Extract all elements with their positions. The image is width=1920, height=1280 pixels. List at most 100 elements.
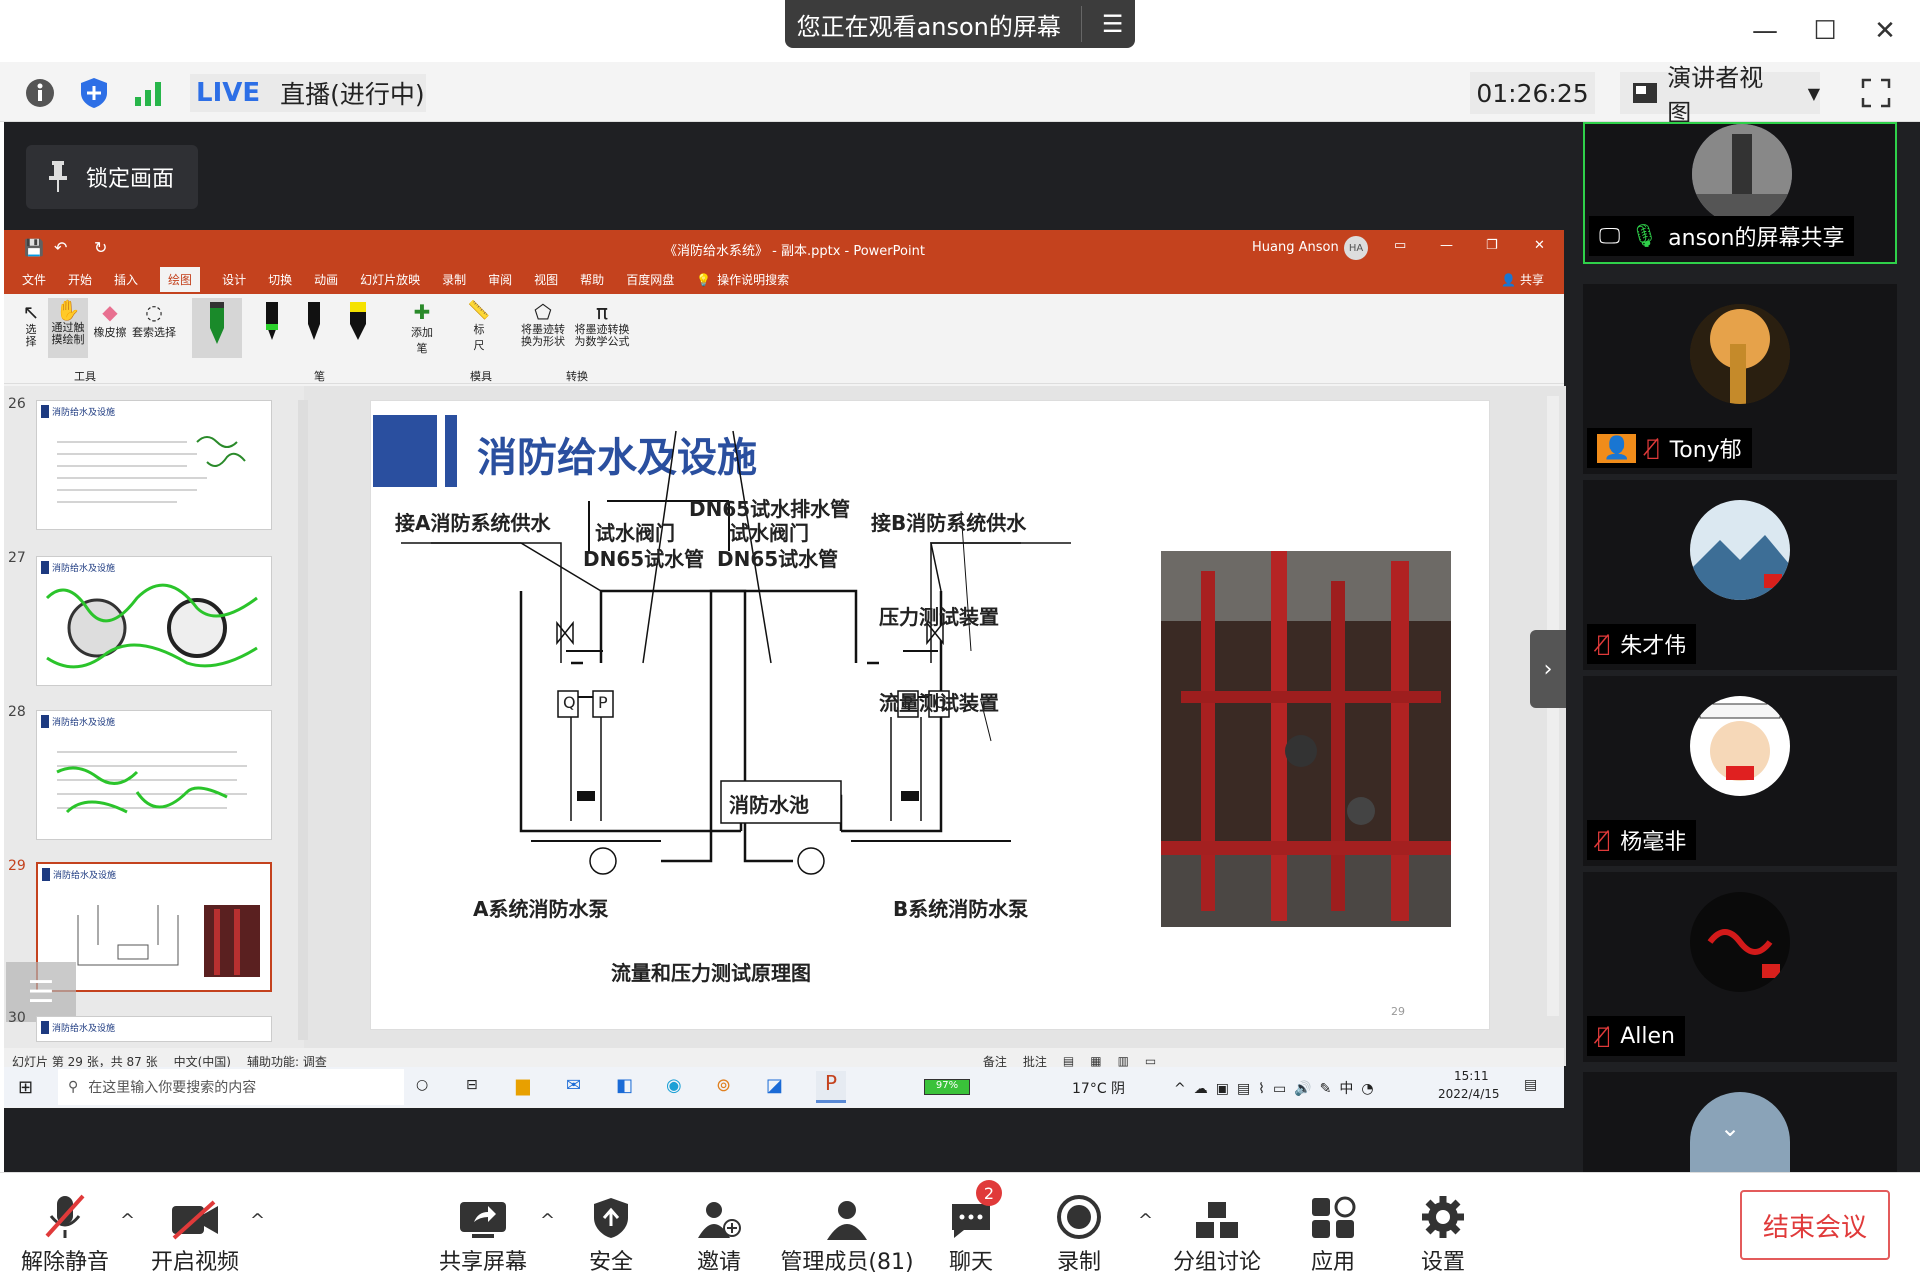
battery-indicator[interactable]: 97% [924, 1079, 970, 1095]
windows-start-icon[interactable]: ⊞ [18, 1077, 33, 1098]
record-button[interactable]: 录制 [1024, 1180, 1134, 1276]
outlook-icon[interactable]: ◧ [616, 1075, 633, 1096]
participant-tile[interactable]: 🎙̸ 杨毫非 [1583, 676, 1897, 866]
tab-animations[interactable]: 动画 [314, 271, 338, 288]
lock-screen-button[interactable]: 锁定画面 [26, 145, 198, 209]
redo-icon[interactable]: ↻ [94, 238, 107, 257]
ruler-tool[interactable]: 📏 标尺 [464, 300, 494, 353]
slide-thumbnail-28[interactable]: 消防给水及设施 [36, 710, 272, 840]
tab-home[interactable]: 开始 [68, 271, 92, 288]
add-pen-button[interactable]: ✚ 添加笔 [402, 300, 442, 356]
draw-touch-tool[interactable]: ✋ 通过触摸绘制 [48, 298, 88, 358]
ppt-share-button[interactable]: 👤 共享 [1501, 271, 1544, 288]
eraser-tool[interactable]: ◆ 橡皮擦 [92, 300, 128, 340]
live-status[interactable]: LIVE 直播(进行中) [190, 74, 426, 112]
slide-thumbnail-30[interactable]: 消防给水及设施 [36, 1016, 272, 1042]
security-shield-icon[interactable] [74, 74, 114, 112]
ppt-close-button[interactable]: ✕ [1534, 238, 1545, 253]
taskbar-search[interactable]: ⚲ 在这里输入你要搜索的内容 [58, 1069, 404, 1105]
tab-help[interactable]: 帮助 [580, 271, 604, 288]
tab-transitions[interactable]: 切换 [268, 271, 292, 288]
notification-icon[interactable]: ▤ [1524, 1077, 1537, 1093]
close-button[interactable]: ✕ [1860, 10, 1910, 52]
ppt-minimize-button[interactable]: — [1440, 238, 1453, 253]
photos-icon[interactable]: ◪ [766, 1075, 783, 1096]
network-signal-icon[interactable] [128, 74, 168, 112]
task-view-icon[interactable]: ⊟ [466, 1077, 478, 1093]
sorter-view-icon[interactable]: ▦ [1090, 1054, 1101, 1068]
share-options-caret[interactable]: ^ [540, 1210, 555, 1231]
tab-insert[interactable]: 插入 [114, 271, 138, 288]
maximize-button[interactable]: ☐ [1800, 10, 1850, 52]
undo-icon[interactable]: ↶ [54, 238, 67, 257]
ink-to-shape-button[interactable]: ⬠ 将墨迹转换为形状 [516, 300, 570, 348]
weather-widget[interactable]: 17°C 阴 [1072, 1078, 1125, 1098]
highlighter-yellow[interactable] [344, 300, 374, 353]
video-options-caret[interactable]: ^ [250, 1210, 265, 1231]
chat-button[interactable]: 聊天 [916, 1180, 1026, 1276]
tab-record[interactable]: 录制 [442, 271, 466, 288]
ppt-user-avatar[interactable]: HA [1344, 236, 1368, 260]
tray-icons[interactable]: ^☁▣▤⌇▭🔊✎中◔ [1174, 1078, 1382, 1098]
select-tool[interactable]: ↖ 选择 [18, 300, 44, 348]
end-meeting-button[interactable]: 结束会议 [1740, 1190, 1890, 1260]
tab-view[interactable]: 视图 [534, 271, 558, 288]
minimize-button[interactable]: — [1740, 10, 1790, 52]
participant-tile[interactable]: 👤 🎙̸ Tony郁 [1583, 284, 1897, 474]
tab-baidu[interactable]: 百度网盘 [626, 271, 674, 288]
audio-options-caret[interactable]: ^ [120, 1210, 135, 1231]
reading-view-icon[interactable]: ▥ [1118, 1054, 1129, 1068]
pen-black[interactable] [300, 300, 330, 353]
taskbar-time[interactable]: 15:11 [1454, 1069, 1489, 1083]
slideshow-view-icon[interactable]: ▭ [1145, 1054, 1156, 1068]
ribbon-search[interactable]: 操作说明搜索 [717, 271, 789, 288]
pen-green-selected[interactable] [192, 298, 242, 358]
thumb-scrollbar[interactable] [298, 400, 308, 1040]
powerpoint-taskbar-icon[interactable]: P [816, 1071, 846, 1103]
participant-tile-screen-share[interactable]: 🖵 🎙 anson的屏幕共享 [1583, 122, 1897, 264]
ribbon-display-icon[interactable]: ▭ [1394, 238, 1406, 253]
manage-participants-button[interactable]: 管理成员(81) [772, 1180, 922, 1276]
participant-tile-partial[interactable]: ⌄ [1583, 1072, 1897, 1172]
slide-thumbnail-26[interactable]: 消防给水及设施 [36, 400, 272, 530]
fullscreen-button[interactable] [1855, 72, 1897, 114]
tab-review[interactable]: 审阅 [488, 271, 512, 288]
menu-icon[interactable]: ☰ [1102, 10, 1124, 38]
unmute-button[interactable]: 解除静音 [10, 1180, 120, 1276]
stencil-group-label: 模具 [470, 370, 492, 383]
normal-view-icon[interactable]: ▤ [1063, 1054, 1074, 1068]
breakout-rooms-button[interactable]: 分组讨论 [1162, 1180, 1272, 1276]
pen-icon [308, 302, 320, 340]
scroll-down-chevron-icon[interactable]: ⌄ [1720, 1114, 1740, 1142]
tab-slideshow[interactable]: 幻灯片放映 [360, 271, 420, 288]
expand-panel-button[interactable]: › [1530, 630, 1566, 708]
pen-dark-green[interactable] [258, 300, 288, 353]
slide-thumbnail-27[interactable]: 消防给水及设施 [36, 556, 272, 686]
sharing-banner[interactable]: 您正在观看anson的屏幕 ☰ [785, 0, 1135, 48]
tab-file[interactable]: 文件 [22, 271, 46, 288]
apps-button[interactable]: 应用 [1278, 1180, 1388, 1276]
mail-icon[interactable]: ✉ [566, 1075, 581, 1096]
tab-draw[interactable]: 绘图 [160, 267, 201, 292]
lasso-tool[interactable]: ◌ 套索选择 [130, 300, 178, 340]
participant-tile[interactable]: 🎙̸ 朱才伟 [1583, 480, 1897, 670]
invite-button[interactable]: 邀请 [664, 1180, 774, 1276]
share-screen-button[interactable]: 共享屏幕 [428, 1180, 538, 1276]
cortana-icon[interactable]: ○ [416, 1077, 428, 1093]
ppt-save-icon[interactable]: 💾 [24, 238, 44, 257]
view-mode-button[interactable]: 演讲者视图 ▼ [1620, 64, 1820, 127]
info-icon[interactable] [20, 74, 60, 112]
start-video-button[interactable]: 开启视频 [140, 1180, 250, 1276]
ppt-restore-button[interactable]: ❐ [1486, 238, 1498, 253]
ink-to-math-button[interactable]: π 将墨迹转换为数学公式 [572, 300, 632, 348]
tab-design[interactable]: 设计 [222, 271, 246, 288]
file-explorer-icon[interactable]: ▆ [516, 1075, 530, 1096]
app-icon[interactable]: ⊚ [716, 1075, 731, 1096]
record-options-caret[interactable]: ^ [1138, 1210, 1153, 1231]
security-button[interactable]: 安全 [556, 1180, 666, 1276]
settings-button[interactable]: 设置 [1388, 1180, 1498, 1276]
edge-icon[interactable]: ◉ [666, 1075, 682, 1096]
taskbar-date[interactable]: 2022/4/15 [1438, 1087, 1500, 1101]
participant-tile[interactable]: 🎙̸ Allen [1583, 872, 1897, 1062]
security-shield-icon [594, 1198, 628, 1238]
